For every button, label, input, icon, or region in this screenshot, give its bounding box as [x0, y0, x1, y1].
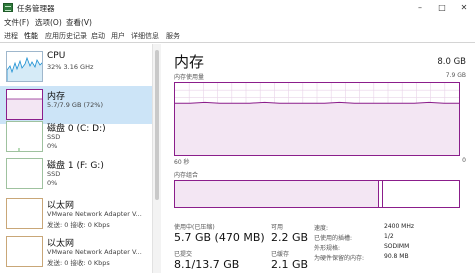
memory-usage-graph [174, 82, 460, 156]
resource-detail: 5.7/7.9 GB (72%) [47, 101, 104, 109]
resource-item-ethernet-2[interactable]: 以太网 VMware Network Adapter V... 发送: 0 接收… [0, 233, 152, 271]
tab-processes[interactable]: 进程 [4, 31, 18, 41]
resource-item-ethernet-1[interactable]: 以太网 VMware Network Adapter V... 发送: 0 接收… [0, 195, 152, 233]
ethernet-thumbnail-graph [6, 236, 43, 267]
menu-file[interactable]: 文件(F) [4, 17, 29, 28]
resource-list: CPU 32% 3.16 GHz 内存 5.7/7.9 GB (72%) 磁盘 … [0, 44, 152, 273]
composition-label: 内存组合 [174, 172, 199, 179]
resource-usage: 0% [47, 179, 58, 187]
resource-item-disk-1[interactable]: 磁盘 1 (F: G:) SSD 0% [0, 155, 152, 193]
stat-value: 5.7 GB (470 MB) [174, 231, 265, 244]
ethernet-thumbnail-graph [6, 198, 43, 229]
detail-title: 内存 [174, 53, 205, 71]
cpu-thumbnail-graph [6, 51, 43, 82]
tab-startup[interactable]: 启动 [91, 31, 105, 41]
total-memory: 8.0 GB [437, 57, 466, 67]
composition-in-use [175, 181, 379, 207]
usage-area [175, 102, 459, 155]
resource-detail: VMware Network Adapter V... [47, 248, 142, 256]
stat-label: 使用中(已压缩) [174, 224, 215, 231]
memory-thumbnail-graph [6, 89, 43, 120]
disk-thumbnail-graph [6, 121, 43, 152]
title-bar: 任务管理器 – □ ✕ [0, 0, 475, 16]
close-button[interactable]: ✕ [453, 0, 475, 16]
menu-options[interactable]: 选项(O) [35, 17, 62, 28]
menu-bar: 文件(F) 选项(O) 查看(V) [0, 16, 475, 29]
stat-label: 已缓存 [271, 251, 290, 258]
task-manager-icon [3, 3, 13, 12]
resource-usage: 发送: 0 接收: 0 Kbps [47, 259, 110, 267]
spec-label: 已使用的插槽: [314, 235, 353, 242]
memory-composition-bar [174, 180, 460, 208]
resource-detail: SSD [47, 133, 61, 141]
spec-label: 外形规格: [314, 245, 341, 252]
composition-modified [380, 181, 383, 207]
window-title: 任务管理器 [17, 4, 55, 13]
spec-value: 90.8 MB [384, 253, 409, 260]
resource-usage: 发送: 0 接收: 0 Kbps [47, 221, 110, 229]
usage-graph-svg [175, 83, 459, 155]
stat-label: 已提交 [174, 251, 193, 258]
spec-value: SODIMM [384, 243, 410, 250]
resource-detail: VMware Network Adapter V... [47, 210, 142, 218]
maximize-button[interactable]: □ [431, 0, 453, 16]
tab-users[interactable]: 用户 [111, 31, 125, 41]
resource-name: CPU [47, 51, 66, 61]
spec-label: 速度: [314, 225, 329, 232]
resource-detail: SSD [47, 170, 61, 178]
disk-thumbnail-graph [6, 158, 43, 189]
spec-value: 1/2 [384, 233, 394, 240]
tab-app-history[interactable]: 应用历史记录 [45, 31, 87, 41]
stat-value: 8.1/13.7 GB [174, 258, 240, 271]
resource-item-disk-0[interactable]: 磁盘 0 (C: D:) SSD 0% [0, 118, 152, 156]
stat-value: 2.2 GB [271, 231, 309, 244]
spec-value: 2400 MHz [384, 223, 415, 230]
resource-usage: 0% [47, 142, 58, 150]
tab-services[interactable]: 服务 [166, 31, 180, 41]
time-axis-zero: 0 [462, 157, 466, 164]
time-axis-label: 60 秒 [174, 159, 190, 166]
menu-view[interactable]: 查看(V) [66, 17, 92, 28]
stat-label: 可用 [271, 224, 284, 231]
resource-item-cpu[interactable]: CPU 32% 3.16 GHz [0, 48, 152, 86]
spec-label: 为硬件保留的内存: [314, 255, 365, 262]
memory-detail-panel: 内存 8.0 GB 内存使用量 7.9 GB 60 秒 0 内存组合 使用中(已… [162, 44, 475, 273]
stat-value: 2.1 GB [271, 258, 309, 271]
resource-detail: 32% 3.16 GHz [47, 63, 94, 71]
resource-list-scrollbar[interactable] [153, 44, 161, 273]
tab-bar: 进程 性能 应用历史记录 启动 用户 详细信息 服务 [0, 29, 475, 43]
tab-performance[interactable]: 性能 [24, 31, 38, 41]
scrollbar-thumb[interactable] [155, 50, 159, 200]
tab-details[interactable]: 详细信息 [131, 31, 159, 41]
usage-graph-label: 内存使用量 [174, 74, 205, 81]
minimize-button[interactable]: – [409, 0, 431, 16]
usage-graph-max: 7.9 GB [445, 72, 466, 79]
